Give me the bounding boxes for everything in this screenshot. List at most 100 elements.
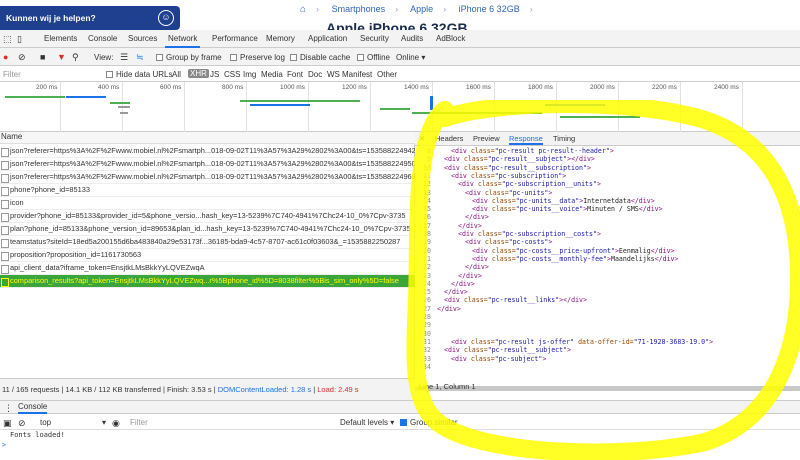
code-text: </div> [437, 304, 461, 313]
tab-security[interactable]: Security [360, 34, 389, 43]
request-row[interactable]: json?referer=https%3A%2F%2Fwww.mobiel.nl… [0, 158, 415, 171]
timeline-tick: 2200 ms [652, 84, 677, 91]
console-filter-input[interactable]: Filter [130, 418, 148, 427]
tab-console[interactable]: Console [88, 34, 117, 43]
tab-sources[interactable]: Sources [128, 34, 157, 43]
preserve-log-checkbox[interactable]: Preserve log [230, 53, 285, 62]
tab-memory[interactable]: Memory [266, 34, 295, 43]
camera-icon[interactable]: ■ [40, 52, 45, 62]
timeline-overview[interactable]: 200 ms 400 ms 600 ms 800 ms 1000 ms 1200… [0, 82, 800, 132]
tab-performance[interactable]: Performance [212, 34, 258, 43]
request-row[interactable]: proposition?proposition_id=1161730563 [0, 249, 415, 262]
close-icon[interactable]: ✕ [419, 134, 425, 143]
line-number: 16 [423, 213, 431, 222]
hide-data-urls-checkbox[interactable]: Hide data URLs [106, 70, 172, 79]
type-media[interactable]: Media [261, 70, 283, 79]
disable-cache-checkbox[interactable]: Disable cache [290, 53, 350, 62]
tab-elements[interactable]: Elements [44, 34, 77, 43]
tab-headers[interactable]: Headers [435, 134, 463, 143]
request-row[interactable]: icon [0, 197, 415, 210]
tab-network[interactable]: Network [164, 34, 201, 48]
code-line: 34 [415, 363, 800, 371]
breadcrumb-apple[interactable]: Apple [410, 4, 433, 14]
code-text: </div> [458, 221, 482, 230]
request-row[interactable]: api_client_data?iframe_token=EnsjtkLMsBk… [0, 262, 415, 275]
group-by-frame-checkbox[interactable]: Group by frame [156, 53, 222, 62]
code-text: </div> [465, 213, 489, 222]
line-number: 22 [423, 263, 431, 272]
disable-cache-label: Disable cache [300, 53, 351, 62]
console-prompt[interactable]: > [2, 441, 6, 449]
code-text: <div class="pc-result__subscription"> [444, 163, 591, 172]
type-xhr[interactable]: XHR [188, 69, 209, 78]
code-text: </div> [444, 288, 468, 297]
type-other[interactable]: Other [377, 70, 397, 79]
help-widget[interactable]: Kunnen wij je helpen? ☺ [0, 6, 180, 30]
timeline-tick: 400 ms [98, 84, 120, 91]
inspect-icon[interactable]: ⬚ [3, 34, 12, 44]
drawer-tabs: ⋮ Console [0, 400, 800, 414]
type-js[interactable]: JS [210, 70, 219, 79]
code-line: 21 <div class="pc-costs__monthly-fee">Maa… [415, 255, 800, 263]
log-levels-select[interactable]: Default levels ▾ [340, 418, 394, 427]
type-doc[interactable]: Doc [308, 70, 322, 79]
code-line: 14 <div class="pc-units__data">Internetda… [415, 197, 800, 205]
request-row[interactable]: phone?phone_id=85133 [0, 184, 415, 197]
request-row[interactable]: provider?phone_id=85133&provider_id=5&ph… [0, 210, 415, 223]
offline-checkbox[interactable]: Offline [357, 53, 390, 62]
sidebar-toggle-icon[interactable]: ▣ [3, 418, 12, 428]
clear-console-icon[interactable]: ⊘ [18, 418, 26, 428]
group-similar-checkbox[interactable]: Group similar [400, 418, 458, 427]
tab-audits[interactable]: Audits [401, 34, 423, 43]
hide-data-urls-label: Hide data URLs [116, 70, 173, 79]
clear-icon[interactable]: ⊘ [18, 52, 26, 62]
gridline [370, 82, 371, 132]
dom-content-loaded: DOMContentLoaded: 1.28 s [217, 385, 312, 394]
tab-response[interactable]: Response [509, 134, 543, 145]
tab-preview[interactable]: Preview [473, 134, 500, 143]
type-img[interactable]: Img [243, 70, 256, 79]
type-all[interactable]: All [172, 70, 181, 79]
record-icon[interactable]: ● [3, 52, 8, 62]
tab-timing[interactable]: Timing [553, 134, 575, 143]
throttle-select[interactable]: Online ▾ [396, 53, 425, 62]
list-view-icon[interactable]: ☰ [120, 52, 128, 62]
type-css[interactable]: CSS [224, 70, 240, 79]
devtools-main-tabs: ⬚ ▯ Elements Console Sources Network Per… [0, 30, 800, 48]
tab-adblock[interactable]: AdBlock [436, 34, 465, 43]
device-toolbar-icon[interactable]: ▯ [17, 34, 22, 44]
type-font[interactable]: Font [287, 70, 303, 79]
request-row[interactable]: plan?phone_id=85133&phone_version_id=896… [0, 223, 415, 236]
context-select[interactable]: top [40, 418, 51, 427]
tab-console-drawer[interactable]: Console [18, 402, 48, 414]
code-line: 23 </div> [415, 272, 800, 280]
code-text: <div class="pc-result__links"></div> [444, 296, 587, 305]
line-number: 14 [423, 196, 431, 205]
home-icon[interactable]: ⌂ [300, 4, 306, 15]
console-output: Fonts loaded! > [0, 430, 800, 450]
request-row[interactable]: json?referer=https%3A%2F%2Fwww.mobiel.nl… [0, 171, 415, 184]
name-column-header[interactable]: Name [0, 132, 415, 144]
context-chevron-icon[interactable]: ▾ [102, 418, 106, 427]
type-manifest[interactable]: Manifest [342, 70, 372, 79]
request-row[interactable]: teamstatus?siteId=18ed5a200155d6ba483840… [0, 236, 415, 249]
more-icon[interactable]: ⋮ [4, 403, 13, 413]
line-number: 29 [423, 321, 431, 330]
code-line: 26 <div class="pc-result__links"></div> [415, 296, 800, 304]
eye-icon[interactable]: ◉ [112, 418, 120, 428]
waterfall-icon[interactable]: ≒ [136, 52, 144, 62]
breadcrumb-smartphones[interactable]: Smartphones [332, 4, 386, 14]
code-line: 31 <div class="pc-result js-offer" data-o… [415, 338, 800, 346]
tab-application[interactable]: Application [308, 34, 347, 43]
breadcrumb-product[interactable]: iPhone 6 32GB [459, 4, 520, 14]
line-number: 33 [423, 354, 431, 363]
filter-icon[interactable]: ▼ [57, 52, 66, 62]
filter-input[interactable]: Filter [3, 70, 21, 79]
request-row-selected[interactable]: comparison_results?api_token=EnsjtkLMsBk… [0, 275, 415, 288]
type-ws[interactable]: WS [327, 70, 340, 79]
request-row[interactable]: json?referer=https%3A%2F%2Fwww.mobiel.nl… [0, 145, 415, 158]
search-icon[interactable]: ⚲ [72, 52, 79, 62]
code-text: <div class="pc-subscription__costs"> [458, 230, 601, 238]
response-code[interactable]: 8 <div class="pc-result pc-result--header… [415, 146, 800, 386]
code-line: 22 </div> [415, 263, 800, 271]
